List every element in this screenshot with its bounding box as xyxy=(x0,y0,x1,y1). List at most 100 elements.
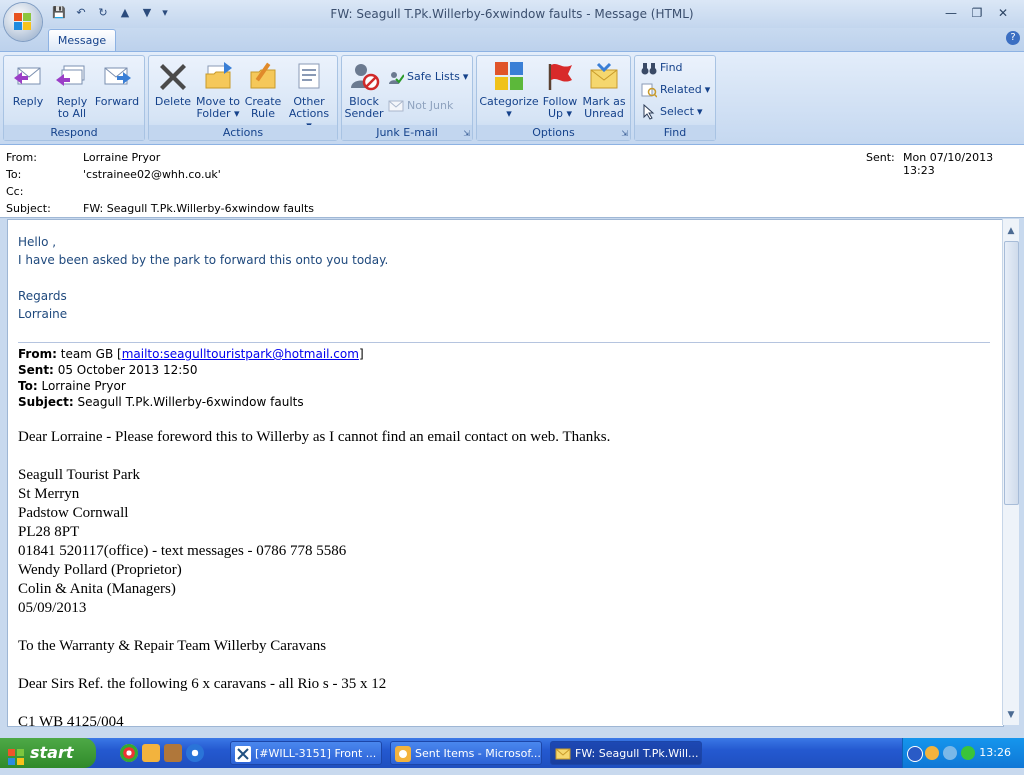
body-greeting: Hello , xyxy=(18,235,57,249)
group-respond: Reply Reply to All Forward Respond xyxy=(3,55,145,141)
tray-status-icon[interactable] xyxy=(961,746,975,760)
body-line: C1 WB 4125/004 xyxy=(18,714,124,727)
body-line: Dear Sirs Ref. the following 6 x caravan… xyxy=(18,676,387,692)
window-controls: — ❐ ✕ xyxy=(938,4,1016,22)
scroll-thumb[interactable] xyxy=(1004,241,1019,505)
chrome-icon[interactable] xyxy=(120,744,138,762)
body-regards: Regards xyxy=(18,289,67,303)
forward-icon xyxy=(101,60,133,92)
app-quicklaunch-icon[interactable] xyxy=(164,744,182,762)
delete-button[interactable]: Delete xyxy=(153,60,193,108)
forwarded-subject: Subject: Seagull T.Pk.Willerby-6xwindow … xyxy=(18,395,304,409)
system-tray: 13:26 xyxy=(902,738,1024,768)
start-button[interactable]: start xyxy=(0,738,96,768)
message-header: From: Lorraine Pryor Sent: Mon 07/10/201… xyxy=(0,145,1024,218)
not-junk-icon xyxy=(388,98,404,114)
binoculars-icon xyxy=(641,60,657,76)
block-sender-icon xyxy=(348,60,380,92)
taskbar-item-message[interactable]: FW: Seagull T.Pk.Will... xyxy=(550,741,702,765)
subject-value: FW: Seagull T.Pk.Willerby-6xwindow fault… xyxy=(83,202,315,215)
not-junk-button[interactable]: Not Junk xyxy=(388,97,453,115)
delete-icon xyxy=(157,60,189,92)
find-button[interactable]: Find xyxy=(641,59,683,77)
windows-flag-icon xyxy=(8,745,24,765)
group-actions: Delete Move to Folder ▾ Create Rule Othe… xyxy=(148,55,338,141)
clock: 13:26 xyxy=(979,746,1011,759)
taskbar: start [#WILL-3151] Front ... Sent Items … xyxy=(0,738,1024,768)
taskbar-item-jira[interactable]: [#WILL-3151] Front ... xyxy=(230,741,382,765)
to-label: To: xyxy=(6,168,22,181)
reply-all-button[interactable]: Reply to All xyxy=(52,60,92,120)
jira-icon xyxy=(235,746,251,762)
other-actions-icon xyxy=(293,60,325,92)
body-line: Colin & Anita (Managers) xyxy=(18,581,176,597)
scroll-down-icon[interactable]: ▼ xyxy=(1003,707,1019,723)
cc-label: Cc: xyxy=(6,185,24,198)
body-signature: Lorraine xyxy=(18,307,68,321)
forwarded-sent: Sent: 05 October 2013 12:50 xyxy=(18,363,198,377)
body-line: St Merryn xyxy=(18,486,80,502)
mark-as-unread-button[interactable]: Mark as Unread xyxy=(581,60,627,120)
help-icon[interactable]: ? xyxy=(1006,31,1020,45)
office-button[interactable] xyxy=(4,3,42,41)
flag-icon xyxy=(544,60,576,92)
block-sender-button[interactable]: Block Sender xyxy=(344,60,384,120)
tray-expand-icon[interactable] xyxy=(907,746,923,762)
tab-message[interactable]: Message xyxy=(48,29,116,52)
options-dialog-launcher-icon[interactable]: ⇲ xyxy=(621,129,628,138)
outlook-quicklaunch-icon[interactable] xyxy=(142,744,160,762)
title-bar: 💾 ↶ ↻ ▲ ▼ ▾ FW: Seagull T.Pk.Willerby-6x… xyxy=(0,0,1024,28)
mark-as-unread-icon xyxy=(588,60,620,92)
office-logo-icon xyxy=(14,13,32,31)
follow-up-button[interactable]: Follow Up ▾ xyxy=(541,60,579,120)
envelope-icon xyxy=(555,746,571,762)
body-line: Padstow Cornwall xyxy=(18,505,129,521)
close-icon[interactable]: ✕ xyxy=(990,4,1016,22)
group-junk-email: Block Sender Safe Lists ▾ Not Junk Junk E… xyxy=(341,55,473,141)
related-button[interactable]: Related ▾ xyxy=(641,81,710,99)
body-line: To the Warranty & Repair Team Willerby C… xyxy=(18,638,327,654)
tray-network-icon[interactable] xyxy=(943,746,957,760)
mailto-link[interactable]: mailto:seagulltouristpark@hotmail.com xyxy=(122,347,359,361)
other-actions-button[interactable]: Other Actions ▾ xyxy=(285,60,333,132)
cursor-arrow-icon xyxy=(641,103,657,120)
ie-icon[interactable] xyxy=(186,744,204,762)
group-options: Categorize ▾ Follow Up ▾ Mark as Unread … xyxy=(476,55,631,141)
select-button[interactable]: Select ▾ xyxy=(641,103,702,121)
group-label-junk-email: Junk E-mail xyxy=(342,125,472,140)
create-rule-button[interactable]: Create Rule xyxy=(243,60,283,120)
to-value[interactable]: 'cstrainee02@whh.co.uk' xyxy=(83,168,221,181)
reply-all-icon xyxy=(56,60,88,92)
sent-value: Mon 07/10/2013 13:23 xyxy=(903,151,994,177)
safe-lists-icon xyxy=(388,69,405,85)
junk-dialog-launcher-icon[interactable]: ⇲ xyxy=(463,129,470,138)
create-rule-icon xyxy=(247,60,279,92)
group-find: Find Related ▾ Select ▾ Find xyxy=(634,55,716,141)
window-title: FW: Seagull T.Pk.Willerby-6xwindow fault… xyxy=(330,7,694,21)
message-body[interactable]: Hello , I have been asked by the park to… xyxy=(7,219,1004,727)
vertical-scrollbar[interactable]: ▲ ▼ xyxy=(1002,219,1019,725)
forward-button[interactable]: Forward xyxy=(94,60,140,108)
safe-lists-button[interactable]: Safe Lists ▾ xyxy=(388,68,468,86)
minimize-icon[interactable]: — xyxy=(938,4,964,22)
from-value[interactable]: Lorraine Pryor xyxy=(83,151,160,164)
categorize-button[interactable]: Categorize ▾ xyxy=(479,60,539,120)
tray-outlook-icon[interactable] xyxy=(925,746,939,760)
body-line: Dear Lorraine - Please foreword this to … xyxy=(18,429,611,445)
ribbon-tab-row xyxy=(0,28,1024,52)
subject-label: Subject: xyxy=(6,202,51,215)
sent-label: Sent: xyxy=(866,151,895,164)
move-to-folder-button[interactable]: Move to Folder ▾ xyxy=(194,60,242,120)
group-label-respond: Respond xyxy=(4,125,144,140)
body-line: Seagull Tourist Park xyxy=(18,467,140,483)
restore-icon[interactable]: ❐ xyxy=(964,4,990,22)
from-label: From: xyxy=(6,151,37,164)
taskbar-item-sent-items[interactable]: Sent Items - Microsof... xyxy=(390,741,542,765)
body-line: PL28 8PT xyxy=(18,524,80,540)
forwarded-from: From: team GB [mailto:seagulltouristpark… xyxy=(18,347,364,361)
scroll-up-icon[interactable]: ▲ xyxy=(1003,223,1019,239)
related-icon xyxy=(641,82,658,98)
reply-button[interactable]: Reply xyxy=(10,60,46,108)
forwarded-to: To: Lorraine Pryor xyxy=(18,379,126,393)
forward-separator xyxy=(18,342,990,343)
